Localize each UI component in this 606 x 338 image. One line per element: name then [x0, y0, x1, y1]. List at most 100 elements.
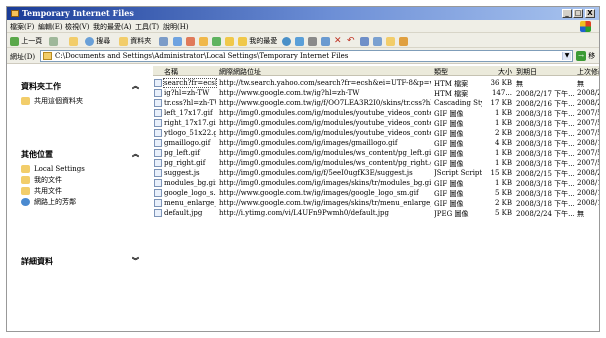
menu-favorites[interactable]: 我的最愛(A) — [93, 22, 132, 32]
toolbar-icon-12[interactable] — [386, 36, 395, 46]
task-share-folder[interactable]: 共用這個資料夾 — [21, 96, 139, 107]
undo-button[interactable]: ↶ — [347, 36, 355, 46]
toolbar-icon-1[interactable] — [173, 36, 182, 46]
cell-expires: 2008/2/24 下午... — [516, 210, 574, 218]
close-button[interactable]: X — [585, 9, 595, 18]
folder-icon — [43, 52, 52, 60]
address-dropdown-button[interactable]: ▼ — [562, 52, 571, 60]
maximize-button[interactable]: □ — [573, 9, 583, 18]
column-header-expires[interactable]: 到期日 — [516, 67, 574, 77]
toolbar-icon-5[interactable] — [225, 36, 234, 46]
column-header-type[interactable]: 類型 — [434, 67, 482, 77]
toolbar-icon-4[interactable] — [212, 36, 221, 46]
toolbar-icon-8[interactable] — [308, 36, 317, 46]
menu-file[interactable]: 檔案(F) — [10, 22, 34, 32]
views-button[interactable] — [159, 36, 168, 46]
cell-url: http://img0.gmodules.com/ig/images/gmail… — [219, 139, 398, 147]
up-folder-button[interactable] — [69, 36, 78, 46]
table-row[interactable]: suggest.js http://img0.gmodules.com/ig/f/… — [153, 168, 599, 178]
cell-url: http://img0.gmodules.com/ig/modules/ws_c… — [219, 159, 431, 167]
table-row[interactable]: gmaillogo.gif http://img0.gmodules.com/ig… — [153, 138, 599, 148]
file-icon — [154, 209, 162, 217]
minimize-button[interactable]: _ — [562, 9, 572, 18]
cell-size: 15 KB — [490, 169, 512, 177]
history-icon — [295, 36, 304, 46]
table-row[interactable]: pg_right.gif http://img0.gmodules.com/ig/… — [153, 158, 599, 168]
back-button[interactable]: 上一頁 — [10, 36, 42, 46]
file-icon — [154, 149, 162, 157]
table-row[interactable]: pg_left.gif http://img0.gmodules.com/ig/m… — [153, 148, 599, 158]
place-shared-documents[interactable]: 共用文件 — [21, 186, 139, 197]
file-icon — [154, 139, 162, 147]
file-icon — [154, 79, 162, 87]
cell-url: http://img0.gmodules.com/ig/modules/yout… — [219, 129, 431, 137]
column-header-url[interactable]: 網際網路位址 — [219, 67, 431, 77]
place-my-documents[interactable]: 我的文件 — [21, 175, 139, 186]
cell-modified: 2008/1/9 — [577, 139, 599, 147]
cell-size: 1 KB — [494, 109, 512, 117]
toolbar-icon-3[interactable] — [199, 36, 208, 46]
other-places-header[interactable]: 其他位置 ︽ — [21, 144, 139, 164]
toolbar-icon-11[interactable] — [373, 36, 382, 46]
cell-name: pg_right.gif — [164, 159, 206, 167]
expand-icon[interactable]: ︾ — [132, 251, 139, 271]
media-icon — [282, 36, 291, 46]
table-row[interactable]: tr.css?hl=zh-TW http://www.google.com.tw/… — [153, 98, 599, 108]
search-button[interactable]: 搜尋 — [85, 36, 110, 46]
toolbar-icon-6[interactable] — [282, 36, 291, 46]
forward-arrow-icon — [49, 36, 58, 46]
cell-url: http://img0.gmodules.com/ig/modules/yout… — [219, 109, 431, 117]
cell-url: http://www.google.com.tw/ig?hl=zh-TW — [219, 89, 360, 97]
title-bar[interactable]: Temporary Internet Files _ □ X — [7, 7, 599, 20]
cell-url: http://img0.gmodules.com/ig/images/skins… — [219, 179, 431, 187]
table-row[interactable]: left_17x17.gif http://img0.gmodules.com/i… — [153, 108, 599, 118]
place-network[interactable]: 網路上的芳鄰 — [21, 197, 139, 208]
share-folder-icon — [21, 97, 30, 105]
toolbar-icon-2[interactable] — [186, 36, 195, 46]
file-icon — [154, 119, 162, 127]
table-row[interactable]: ig?hl=zh-TW http://www.google.com.tw/ig?h… — [153, 88, 599, 98]
cell-type: JPEG 圖像 — [434, 210, 469, 218]
folders-button[interactable]: 資料夾 — [119, 36, 151, 46]
collapse-icon[interactable]: ︽ — [132, 144, 139, 164]
forward-button[interactable] — [49, 36, 58, 46]
folder-icon — [11, 10, 19, 17]
table-row[interactable]: modules_bg.gif http://img0.gmodules.com/i… — [153, 178, 599, 188]
place-local-settings[interactable]: Local Settings — [21, 164, 139, 175]
cell-size: 2 KB — [494, 129, 512, 137]
favorites-button[interactable]: 我的最愛 — [238, 36, 277, 46]
file-icon — [154, 89, 162, 97]
table-row[interactable]: ytlogo_51x22.gifhttp://img0.gmodules.com… — [153, 128, 599, 138]
task-pane: 資料夾工作 ︽ 共用這個資料夾 其他位置 ︽ Local Settings 我的… — [7, 64, 153, 331]
table-row[interactable]: search?fr=ecsh&...http://tw.search.yahoo… — [153, 78, 599, 88]
table-row[interactable]: google_logo_s... http://www.google.com.tw… — [153, 188, 599, 198]
go-button[interactable]: → 移至 — [576, 50, 599, 72]
copy-icon — [173, 36, 182, 46]
toolbar-icon-13[interactable] — [399, 36, 408, 46]
table-row[interactable]: menu_enlarge_...http://www.google.com.tw… — [153, 198, 599, 208]
details-header[interactable]: 詳細資料 ︾ — [21, 251, 139, 271]
menu-view[interactable]: 檢視(V) — [65, 22, 90, 32]
address-field[interactable]: C:\Documents and Settings\Administrator\… — [40, 50, 573, 62]
delete-button[interactable]: ✕ — [334, 36, 342, 46]
menu-tools[interactable]: 工具(T) — [135, 22, 159, 32]
toolbar-icon-9[interactable] — [321, 36, 330, 46]
cell-name: right_17x17.gif — [164, 119, 216, 127]
table-row[interactable]: default.jpg http://i.ytimg.com/vi/L4UFn9P… — [153, 208, 599, 218]
table-row[interactable]: right_17x17.gif http://img0.gmodules.com/… — [153, 118, 599, 128]
file-tasks-header[interactable]: 資料夾工作 ︽ — [21, 76, 139, 96]
toolbar-icon-10[interactable] — [360, 36, 369, 46]
menu-help[interactable]: 說明(H) — [163, 22, 189, 32]
cell-modified: 2008/2/17 — [577, 89, 599, 97]
cell-url: http://img0.gmodules.com/ig/modules/yout… — [219, 119, 431, 127]
menu-edit[interactable]: 編輯(E) — [38, 22, 63, 32]
column-header-size[interactable]: 大小 — [484, 67, 512, 77]
toolbar-icon-7[interactable] — [295, 36, 304, 46]
file-tasks-group: 資料夾工作 ︽ 共用這個資料夾 — [21, 76, 139, 107]
column-header-modified[interactable]: 上次修改 — [577, 67, 599, 77]
collapse-icon[interactable]: ︽ — [132, 76, 139, 96]
map-drive-icon — [373, 36, 382, 46]
column-header-name[interactable]: 名稱 — [164, 67, 216, 77]
refresh-icon — [212, 36, 221, 46]
mail-icon — [308, 36, 317, 46]
